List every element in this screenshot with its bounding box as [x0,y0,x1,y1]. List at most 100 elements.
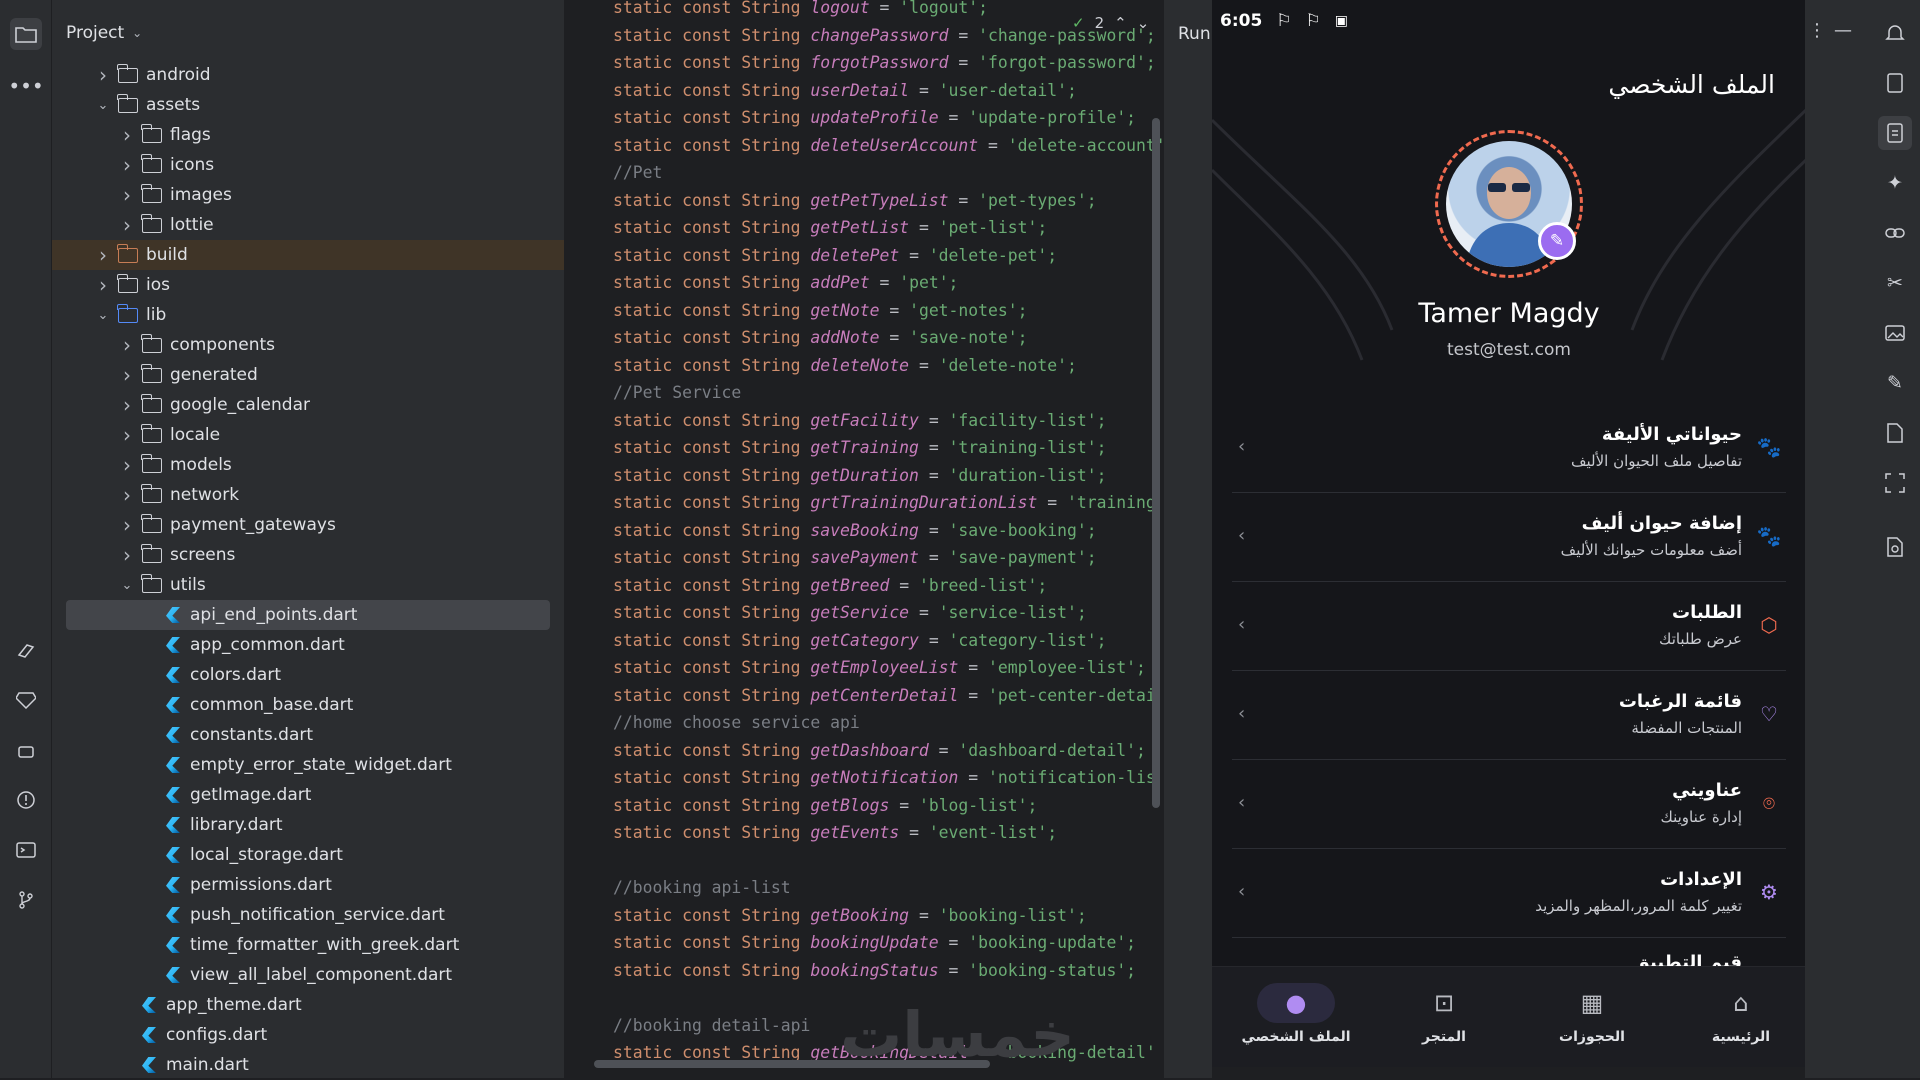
nav-tab-user[interactable]: ● الملف الشخصي [1236,983,1356,1045]
tree-file[interactable]: time_formatter_with_greek.dart [52,930,564,960]
ai-assistant-icon[interactable]: ✦ [1878,166,1912,200]
editor-scrollbar[interactable] [1152,118,1160,808]
chevron-right-icon[interactable]: › [118,423,136,447]
tree-folder[interactable]: › images [52,180,564,210]
android-icon[interactable] [10,734,42,766]
project-folder-icon[interactable] [10,18,42,50]
chevron-down-icon[interactable]: ⌄ [94,98,112,113]
tree-folder[interactable]: › lottie [52,210,564,240]
file-search-icon[interactable] [1878,416,1912,450]
tree-file[interactable]: api_end_points.dart [66,600,550,630]
tree-file[interactable]: empty_error_state_widget.dart [52,750,564,780]
notifications-icon[interactable] [1878,16,1912,50]
tree-file[interactable]: getImage.dart [52,780,564,810]
code-keyword: static const String [613,768,801,787]
chevron-right-icon[interactable]: › [118,333,136,357]
tree-folder[interactable]: ⌄ utils [52,570,564,600]
gem-icon[interactable] [10,684,42,716]
chevron-right-icon[interactable]: › [118,213,136,237]
chevron-down-icon[interactable]: ⌄ [94,308,112,323]
screenshot-icon[interactable] [1878,466,1912,500]
edit-avatar-button[interactable]: ✎ [1538,222,1576,260]
chevron-right-icon[interactable]: › [118,393,136,417]
tree-folder[interactable]: ⌄ assets [52,90,564,120]
tree-folder[interactable]: › network [52,480,564,510]
chevron-right-icon[interactable]: › [118,123,136,147]
minimize-icon[interactable]: — [1834,20,1852,41]
chevron-right-icon[interactable]: › [118,183,136,207]
chevron-right-icon[interactable]: › [118,483,136,507]
inspection-widget[interactable]: ✓ 2 ⌃ ⌄ [1072,14,1149,32]
code-operator: = [909,823,919,842]
device-manager-icon[interactable] [1878,66,1912,100]
chevron-right-icon[interactable]: › [94,273,112,297]
menu-item-gear[interactable]: الإعدادات تغيير كلمة المرور،المظهر والمزي… [1232,849,1786,938]
chevron-right-icon[interactable]: › [94,243,112,267]
emulator-screen[interactable]: 6:05 ⚐ ⚐ ▣ الملف الشخصي ✎ Tamer Magdy te… [1211,0,1805,1067]
tree-file[interactable]: app_common.dart [52,630,564,660]
chevron-right-icon[interactable]: › [94,63,112,87]
flutter-inspector-icon[interactable] [10,634,42,666]
tree-file[interactable]: main.dart [52,1050,564,1080]
tree-file[interactable]: app_theme.dart [52,990,564,1020]
tree-file[interactable]: library.dart [52,810,564,840]
tree-folder[interactable]: › google_calendar [52,390,564,420]
project-dropdown[interactable]: Project ⌄ [66,18,142,48]
chevron-down-icon[interactable]: ⌄ [118,578,136,593]
tree-folder[interactable]: ⌄ lib [52,300,564,330]
running-devices-icon[interactable] [1878,116,1912,150]
tree-file[interactable]: local_storage.dart [52,840,564,870]
scissors-icon[interactable]: ✂ [1878,266,1912,300]
more-tools-icon[interactable]: ••• [8,70,43,102]
menu-item-paw-add[interactable]: إضافة حيوان أليف أضف معلومات حيوانك الألي… [1232,493,1786,582]
menu-item-heart[interactable]: قائمة الرغبات المنتجات المفضلة ♡ ‹ [1232,671,1786,760]
tree-folder[interactable]: › payment_gateways [52,510,564,540]
chevron-up-icon[interactable]: ⌃ [1114,14,1127,32]
pencil-icon[interactable]: ✎ [1878,366,1912,400]
tree-file[interactable]: colors.dart [52,660,564,690]
tree-folder[interactable]: › android [52,60,564,90]
chevron-right-icon[interactable]: › [118,363,136,387]
git-branch-icon[interactable] [10,884,42,916]
tree-folder[interactable]: › screens [52,540,564,570]
tree-folder[interactable]: › icons [52,150,564,180]
menu-item-location-pin[interactable]: عناويني إدارة عناوينك ⌾ ‹ [1232,760,1786,849]
menu-item-box[interactable]: الطلبات عرض طلباتك ⬡ ‹ [1232,582,1786,671]
left-tool-strip: ••• [0,0,52,1078]
nav-tab-shopping-bag[interactable]: ⊡ المتجر [1384,983,1504,1045]
nav-tab-calendar[interactable]: ▦ الحجوزات [1532,983,1652,1045]
tree-file[interactable]: push_notification_service.dart [52,900,564,930]
tree-file[interactable]: configs.dart [52,1020,564,1050]
tree-file[interactable]: permissions.dart [52,870,564,900]
folder-icon [117,93,138,113]
chevron-right-icon[interactable]: › [118,453,136,477]
tree-item-label: screens [170,545,236,565]
gallery-icon[interactable] [1878,316,1912,350]
inspect-file-icon[interactable] [1878,530,1912,564]
tree-folder[interactable]: › locale [52,420,564,450]
terminal-icon[interactable] [10,834,42,866]
tree-folder[interactable]: › components [52,330,564,360]
tree-file[interactable]: view_all_label_component.dart [52,960,564,990]
problems-icon[interactable] [10,784,42,816]
chevron-right-icon[interactable]: › [118,153,136,177]
run-tab[interactable]: Run [1178,24,1211,44]
link-icon[interactable] [1878,216,1912,250]
code-line: static const String addNote = 'save-note… [613,324,1164,352]
tree-folder[interactable]: › flags [52,120,564,150]
chevron-down-icon[interactable]: ⌄ [1137,14,1150,32]
menu-item-paw[interactable]: حيواناتي الأليفة تفاصيل ملف الحيوان الألي… [1232,404,1786,493]
code-operator: = [928,520,939,540]
code-editor[interactable]: static const String logout = 'logout'; st… [564,0,1164,1078]
nav-tab-home[interactable]: ⌂ الرئيسية [1681,983,1801,1045]
options-icon[interactable]: ⋮ [1808,20,1826,41]
menu-item-partial[interactable]: قيم التطبيق [1232,946,1786,968]
tree-folder[interactable]: › generated [52,360,564,390]
tree-file[interactable]: constants.dart [52,720,564,750]
chevron-right-icon[interactable]: › [118,543,136,567]
tree-file[interactable]: common_base.dart [52,690,564,720]
tree-folder[interactable]: › ios [52,270,564,300]
tree-folder[interactable]: › build [52,240,564,270]
chevron-right-icon[interactable]: › [118,513,136,537]
tree-folder[interactable]: › models [52,450,564,480]
